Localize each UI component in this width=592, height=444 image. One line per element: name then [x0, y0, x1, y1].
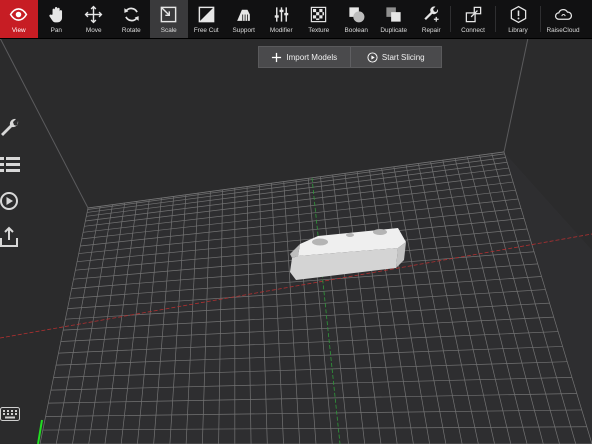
tool-label: Modifier	[269, 27, 293, 34]
keyboard-shortcuts-button[interactable]	[0, 407, 20, 421]
tool-label: RaiseCloud	[546, 27, 580, 34]
tool-library[interactable]: Library	[496, 0, 540, 38]
settings-wrench-icon	[1, 118, 19, 136]
tool-label: Pan	[50, 27, 62, 34]
tool-label: Rotate	[121, 27, 141, 34]
start-slicing-button[interactable]: Start Slicing	[349, 47, 442, 67]
tool-rotate[interactable]: Rotate	[113, 0, 151, 38]
keyboard-icon	[0, 407, 20, 421]
tool-support[interactable]: Support	[225, 0, 263, 38]
tool-raisecloud[interactable]: RaiseCloud	[541, 0, 585, 38]
boolean-icon	[349, 7, 365, 23]
free-cut-icon	[198, 6, 215, 23]
sidebar-model-list-button[interactable]	[0, 154, 22, 176]
main-toolbar: View Pan Move Rotate Scale Free Cut Supp…	[0, 0, 592, 39]
tool-label: Move	[85, 27, 102, 34]
left-sidebar	[0, 118, 24, 248]
tool-label: Library	[508, 27, 528, 34]
duplicate-icon	[386, 7, 401, 22]
tool-label: Connect	[461, 27, 485, 34]
model-list-icon	[0, 157, 20, 172]
tool-label: Free Cut	[193, 27, 219, 34]
tool-free-cut[interactable]: Free Cut	[188, 0, 226, 38]
repair-wrench-icon	[424, 6, 439, 22]
library-icon	[510, 5, 526, 24]
plus-icon	[272, 52, 282, 62]
cloud-icon	[554, 9, 572, 20]
tool-scale[interactable]: Scale	[150, 0, 188, 38]
play-circle-icon	[367, 51, 378, 63]
tool-texture[interactable]: Texture	[300, 0, 338, 38]
import-models-label: Import Models	[286, 52, 338, 62]
tool-connect[interactable]: Connect	[451, 0, 495, 38]
texture-icon	[311, 6, 327, 23]
move-arrows-icon	[84, 5, 103, 24]
tool-label: Repair	[421, 27, 441, 34]
tool-label: Duplicate	[380, 27, 408, 34]
tool-label: Texture	[308, 27, 330, 34]
tool-duplicate[interactable]: Duplicate	[375, 0, 413, 38]
tool-label: Scale	[160, 27, 177, 34]
scale-icon	[160, 6, 177, 23]
modifier-sliders-icon	[274, 7, 288, 22]
sidebar-settings-button[interactable]	[0, 118, 22, 140]
tool-label: Boolean	[344, 27, 368, 34]
build-plate-grid	[39, 151, 592, 444]
eye-icon	[9, 8, 28, 21]
tool-move[interactable]: Move	[75, 0, 113, 38]
tool-modifier[interactable]: Modifier	[263, 0, 301, 38]
sidebar-preview-button[interactable]	[0, 190, 22, 212]
hand-icon	[49, 6, 62, 23]
tool-pan[interactable]: Pan	[38, 0, 76, 38]
import-models-button[interactable]: Import Models	[259, 47, 350, 67]
connect-icon	[465, 6, 481, 23]
start-slicing-label: Start Slicing	[381, 52, 425, 62]
export-upload-icon	[0, 226, 18, 247]
tool-label: Support	[232, 27, 255, 34]
model-action-bar: Import Models Start Slicing	[258, 46, 442, 68]
tool-repair[interactable]: Repair	[413, 0, 451, 38]
rotate-icon	[124, 7, 139, 22]
tool-view[interactable]: View	[0, 0, 38, 38]
sidebar-export-button[interactable]	[0, 226, 22, 248]
tool-boolean[interactable]: Boolean	[338, 0, 376, 38]
tool-label: View	[11, 27, 26, 34]
preview-play-icon	[0, 192, 18, 210]
support-icon	[237, 9, 251, 21]
